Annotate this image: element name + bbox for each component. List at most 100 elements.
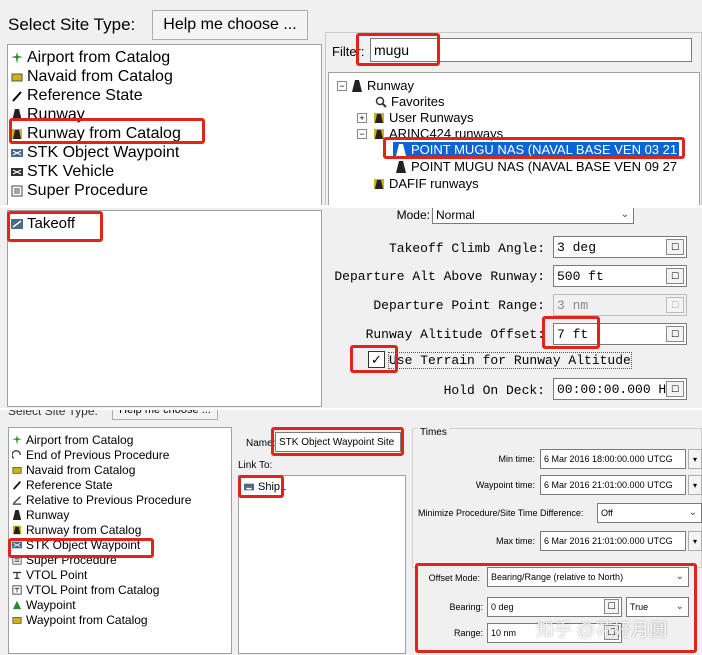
- tree-label: Favorites: [391, 94, 445, 109]
- times-group-label: Times: [418, 427, 449, 438]
- hold-on-deck-label: Hold On Deck:: [443, 383, 545, 398]
- navaid-icon: [12, 467, 22, 474]
- collapse-icon[interactable]: −: [337, 80, 347, 91]
- site-type-label: Runway from Catalog: [26, 523, 142, 537]
- waypoint-time-input[interactable]: 6 Mar 2016 21:01:00.000 UTCG: [540, 475, 686, 495]
- unit-picker-icon[interactable]: ☐: [666, 268, 684, 284]
- waypoint-time-label: Waypoint time:: [475, 480, 535, 490]
- stk-waypoint-icon: [11, 149, 23, 157]
- site-type-label: Relative to Previous Procedure: [26, 493, 192, 507]
- site-type-item[interactable]: Waypoint from Catalog: [12, 613, 148, 627]
- site-type-label: Reference State: [26, 478, 113, 492]
- link-to-label: Link To:: [238, 460, 273, 471]
- site-type-item[interactable]: Runway: [12, 508, 69, 522]
- highlight-runway-altitude-offset: [542, 316, 600, 349]
- site-type-label: Runway: [26, 508, 70, 522]
- super-procedure-icon: [11, 185, 23, 197]
- airport-icon: [11, 52, 23, 64]
- use-terrain-label: Use Terrain for Runway Altitude: [388, 352, 632, 369]
- tree-label: DAFIF runways: [389, 176, 479, 191]
- unit-picker-icon: ☐: [666, 297, 684, 313]
- highlight-use-terrain: [350, 345, 398, 373]
- reference-state-icon: [13, 481, 21, 490]
- site-type-item[interactable]: Airport from Catalog: [11, 49, 170, 67]
- stk-vehicle-icon: [11, 168, 23, 176]
- tree-node-dafif[interactable]: DAFIF runways: [373, 176, 479, 191]
- site-type-label: Airport from Catalog: [26, 433, 134, 447]
- site-type-item[interactable]: Reference State: [12, 478, 113, 492]
- highlight-name: [271, 427, 404, 456]
- site-type-item[interactable]: Navaid from Catalog: [11, 68, 173, 86]
- site-type-label: STK Object Waypoint: [27, 144, 180, 161]
- site-type-item[interactable]: Runway from Catalog: [12, 523, 141, 537]
- site-type-label: Airport from Catalog: [27, 49, 171, 66]
- tree-node-favorites[interactable]: Favorites: [375, 94, 444, 109]
- expand-icon[interactable]: +: [357, 112, 367, 123]
- reference-state-icon: [12, 91, 22, 102]
- chevron-down-icon: ⌄: [620, 208, 629, 220]
- minimize-select[interactable]: Off ⌄: [597, 503, 702, 523]
- site-type-label: Super Procedure: [27, 182, 148, 199]
- site-type-item[interactable]: End of Previous Procedure: [12, 448, 169, 462]
- unit-picker-icon[interactable]: ☐: [666, 326, 684, 342]
- watermark: 知乎 @花好月圆: [536, 620, 668, 640]
- site-type-label: Navaid from Catalog: [26, 463, 136, 477]
- highlight-takeoff: [7, 211, 103, 242]
- highlight-filter: [356, 33, 440, 66]
- tree-node-user-runways[interactable]: + User Runways: [357, 110, 474, 125]
- takeoff-climb-angle-label: Takeoff Climb Angle:: [388, 241, 545, 256]
- waypoint-catalog-icon: [12, 617, 22, 624]
- magnifier-icon: [375, 96, 387, 108]
- airport-icon: [12, 435, 22, 445]
- site-type-label: End of Previous Procedure: [26, 448, 170, 462]
- site-type-item[interactable]: Airport from Catalog: [12, 433, 133, 447]
- site-type-panel-top: Select Site Type: Help me choose ... Air…: [0, 0, 702, 205]
- runway-icon: [396, 160, 406, 173]
- departure-alt-label: Departure Alt Above Runway:: [334, 269, 545, 284]
- site-type-label: Reference State: [27, 87, 143, 104]
- site-type-item[interactable]: Navaid from Catalog: [12, 463, 135, 477]
- help-me-choose-button[interactable]: Help me choose ...: [152, 10, 308, 40]
- site-type-item[interactable]: Reference State: [11, 87, 143, 105]
- help-me-choose-button[interactable]: Help me choose ...: [112, 410, 218, 420]
- tree-node-runway[interactable]: − Runway: [337, 78, 414, 93]
- site-type-label: STK Vehicle: [27, 163, 115, 180]
- site-type-label: VTOL Point from Catalog: [26, 583, 160, 597]
- unit-picker-icon[interactable]: ☐: [666, 381, 684, 397]
- site-type-item[interactable]: VTOL Point: [12, 568, 87, 582]
- highlight-ship1: [238, 475, 284, 498]
- chevron-down-icon: ⌄: [688, 506, 697, 518]
- mode-select[interactable]: Normal ⌄: [432, 208, 634, 224]
- site-type-item[interactable]: VTOL Point from Catalog: [12, 583, 159, 597]
- runway-catalog-icon: [374, 112, 384, 123]
- minimize-label: Minimize Procedure/Site Time Difference:: [418, 508, 584, 518]
- min-time-input[interactable]: 6 Mar 2016 18:00:00.000 UTCG: [540, 449, 686, 469]
- runway-catalog-icon: [374, 178, 384, 189]
- max-time-dropdown-icon[interactable]: ▾: [688, 531, 702, 551]
- highlight-runway-from-catalog: [9, 118, 205, 144]
- tree-node-point-mugu-09-27[interactable]: POINT MUGU NAS (NAVAL BASE VEN 09 27: [393, 159, 679, 174]
- site-type-item[interactable]: Waypoint: [12, 598, 76, 612]
- vtol-catalog-icon: [12, 585, 22, 595]
- site-type-item[interactable]: Relative to Previous Procedure: [12, 493, 191, 507]
- select-site-type-label: Select Site Type:: [8, 15, 136, 34]
- minimize-value: Off: [601, 508, 613, 518]
- site-type-label: Waypoint from Catalog: [26, 613, 148, 627]
- max-time-label: Max time:: [495, 536, 535, 546]
- unit-picker-icon[interactable]: ☐: [666, 239, 684, 255]
- collapse-icon[interactable]: −: [357, 128, 367, 139]
- runway-icon: [352, 79, 362, 92]
- site-type-item[interactable]: STK Object Waypoint: [11, 144, 179, 162]
- link-to-list: Ship1: [238, 475, 406, 654]
- waypoint-time-dropdown-icon[interactable]: ▾: [688, 475, 702, 495]
- site-type-item[interactable]: STK Vehicle: [11, 163, 114, 181]
- highlight-point-mugu: [383, 137, 685, 159]
- min-time-dropdown-icon[interactable]: ▾: [688, 449, 702, 469]
- runway-icon: [12, 510, 22, 520]
- mode-value: Normal: [436, 208, 475, 222]
- max-time-input[interactable]: 6 Mar 2016 21:01:00.000 UTCG: [540, 531, 686, 551]
- departure-point-range-label: Departure Point Range:: [373, 298, 545, 313]
- vtol-point-icon: [12, 571, 22, 579]
- site-type-item[interactable]: Super Procedure: [11, 182, 148, 200]
- site-type-label: Waypoint: [26, 598, 76, 612]
